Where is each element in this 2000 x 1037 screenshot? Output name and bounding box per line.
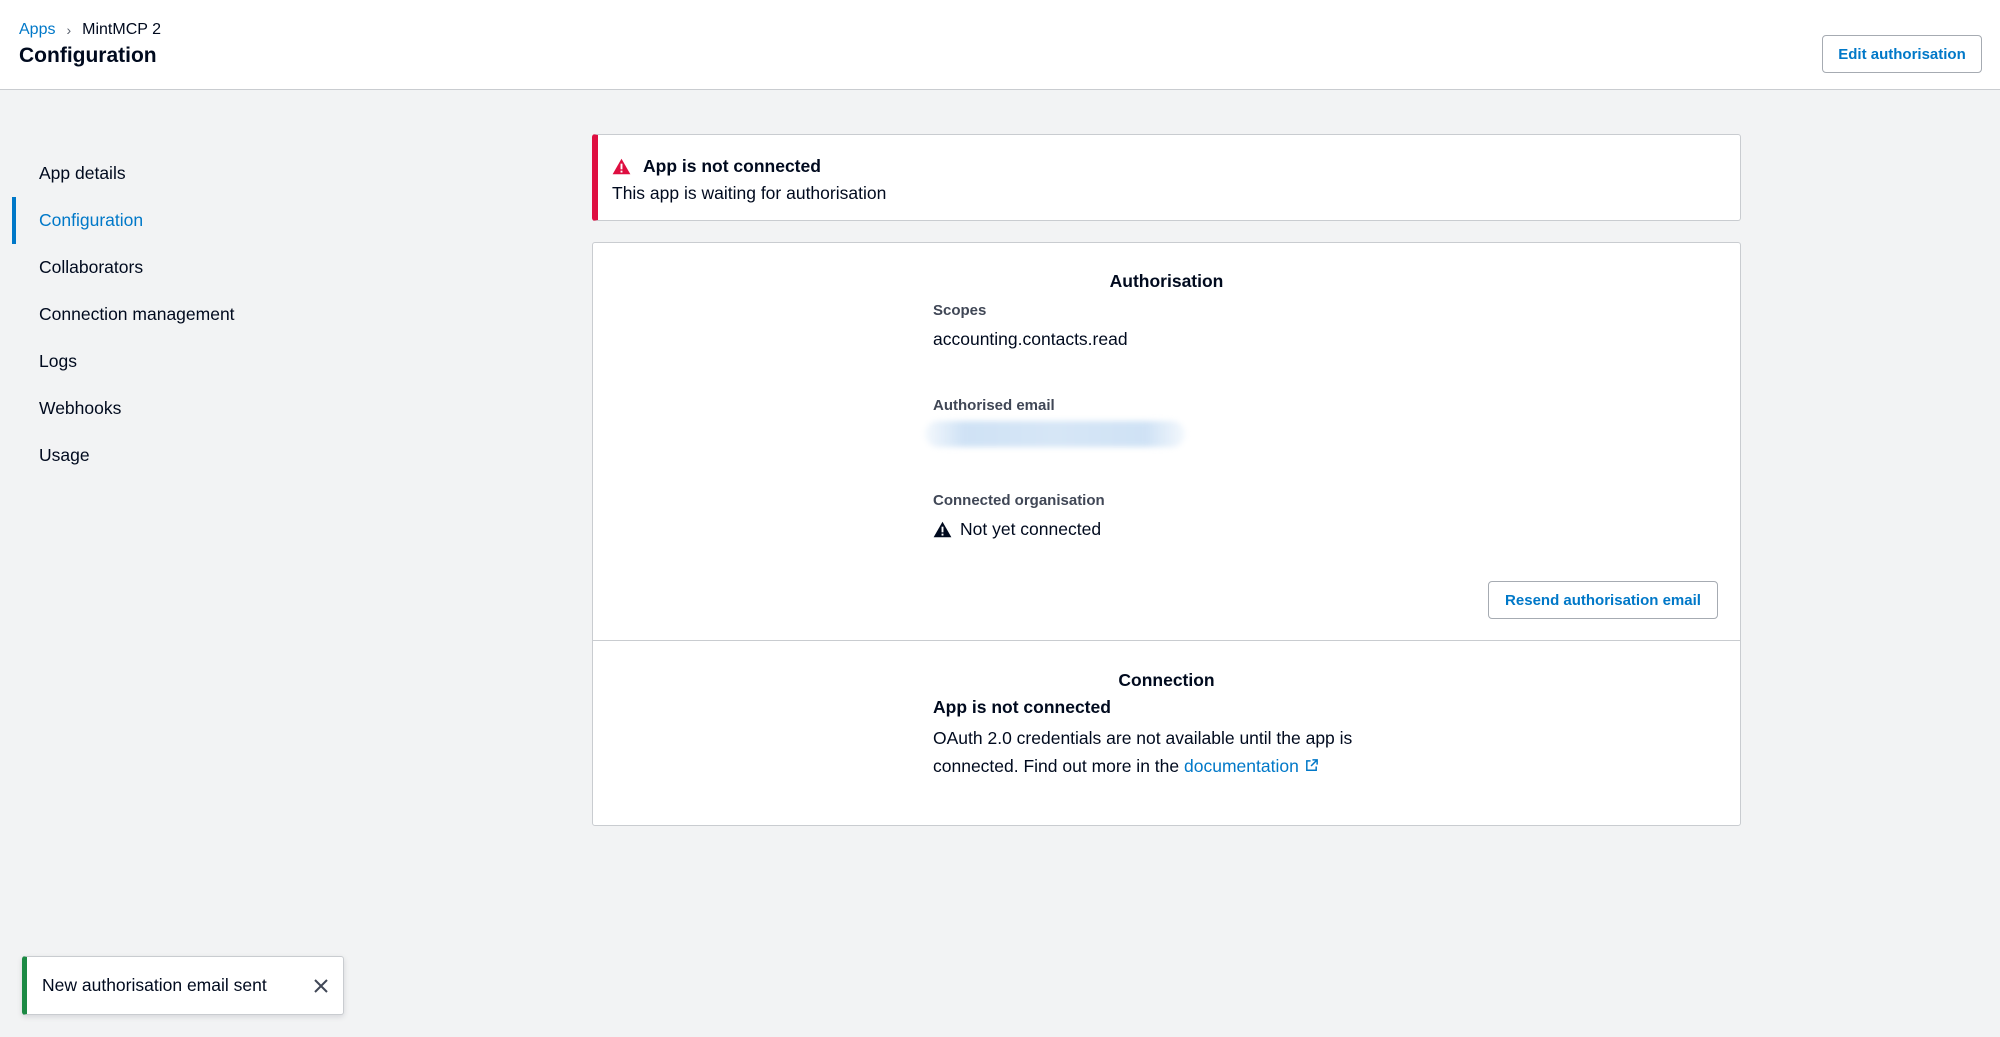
resend-authorisation-email-button[interactable]: Resend authorisation email [1488, 581, 1718, 619]
connection-status: App is not connected [933, 697, 1111, 717]
authorisation-section: Authorisation Scopes accounting.contacts… [593, 243, 1740, 641]
sidebar-item-configuration[interactable]: Configuration [12, 197, 312, 244]
sidebar-item-app-details[interactable]: App details [12, 150, 312, 197]
alert-title: App is not connected [643, 155, 821, 176]
warning-icon [612, 158, 631, 174]
connected-organisation-label: Connected organisation [933, 492, 1105, 509]
authorised-email-label: Authorised email [933, 397, 1055, 414]
authorised-email-value-redacted [925, 421, 1185, 447]
sidebar-item-usage[interactable]: Usage [12, 432, 312, 479]
sidebar-item-collaborators[interactable]: Collaborators [12, 244, 312, 291]
close-icon[interactable] [311, 976, 331, 996]
page-title: Configuration [19, 44, 157, 67]
breadcrumb-apps-link[interactable]: Apps [19, 21, 55, 39]
not-connected-alert: App is not connected This app is waiting… [592, 134, 1741, 221]
alert-text: This app is waiting for authorisation [612, 183, 887, 203]
sidebar-nav: App details Configuration Collaborators … [12, 150, 312, 479]
sidebar-item-logs[interactable]: Logs [12, 338, 312, 385]
external-link-icon [1305, 759, 1318, 771]
page-header: Apps › MintMCP 2 Configuration Edit auth… [0, 0, 2000, 90]
scopes-label: Scopes [933, 302, 987, 319]
connected-organisation-value: Not yet connected [933, 519, 1101, 540]
authorisation-title: Authorisation [1109, 271, 1224, 291]
connection-section: Connection App is not connected OAuth 2.… [593, 641, 1740, 825]
sidebar-item-connection-management[interactable]: Connection management [12, 291, 312, 338]
chevron-right-icon: › [66, 22, 72, 38]
toast-text: New authorisation email sent [42, 975, 267, 995]
edit-authorisation-button[interactable]: Edit authorisation [1822, 35, 1982, 73]
configuration-card: Authorisation Scopes accounting.contacts… [592, 242, 1741, 826]
sidebar-item-webhooks[interactable]: Webhooks [12, 385, 312, 432]
connection-description: OAuth 2.0 credentials are not available … [933, 728, 1353, 776]
breadcrumb-current: MintMCP 2 [82, 21, 161, 38]
scopes-value: accounting.contacts.read [933, 329, 1128, 349]
breadcrumb: Apps › MintMCP 2 [19, 21, 161, 39]
toast-notification: New authorisation email sent [22, 956, 344, 1015]
warning-icon [933, 521, 952, 538]
connection-title: Connection [1118, 670, 1215, 690]
documentation-link[interactable]: documentation [1184, 756, 1319, 776]
org-status-text: Not yet connected [960, 519, 1102, 539]
